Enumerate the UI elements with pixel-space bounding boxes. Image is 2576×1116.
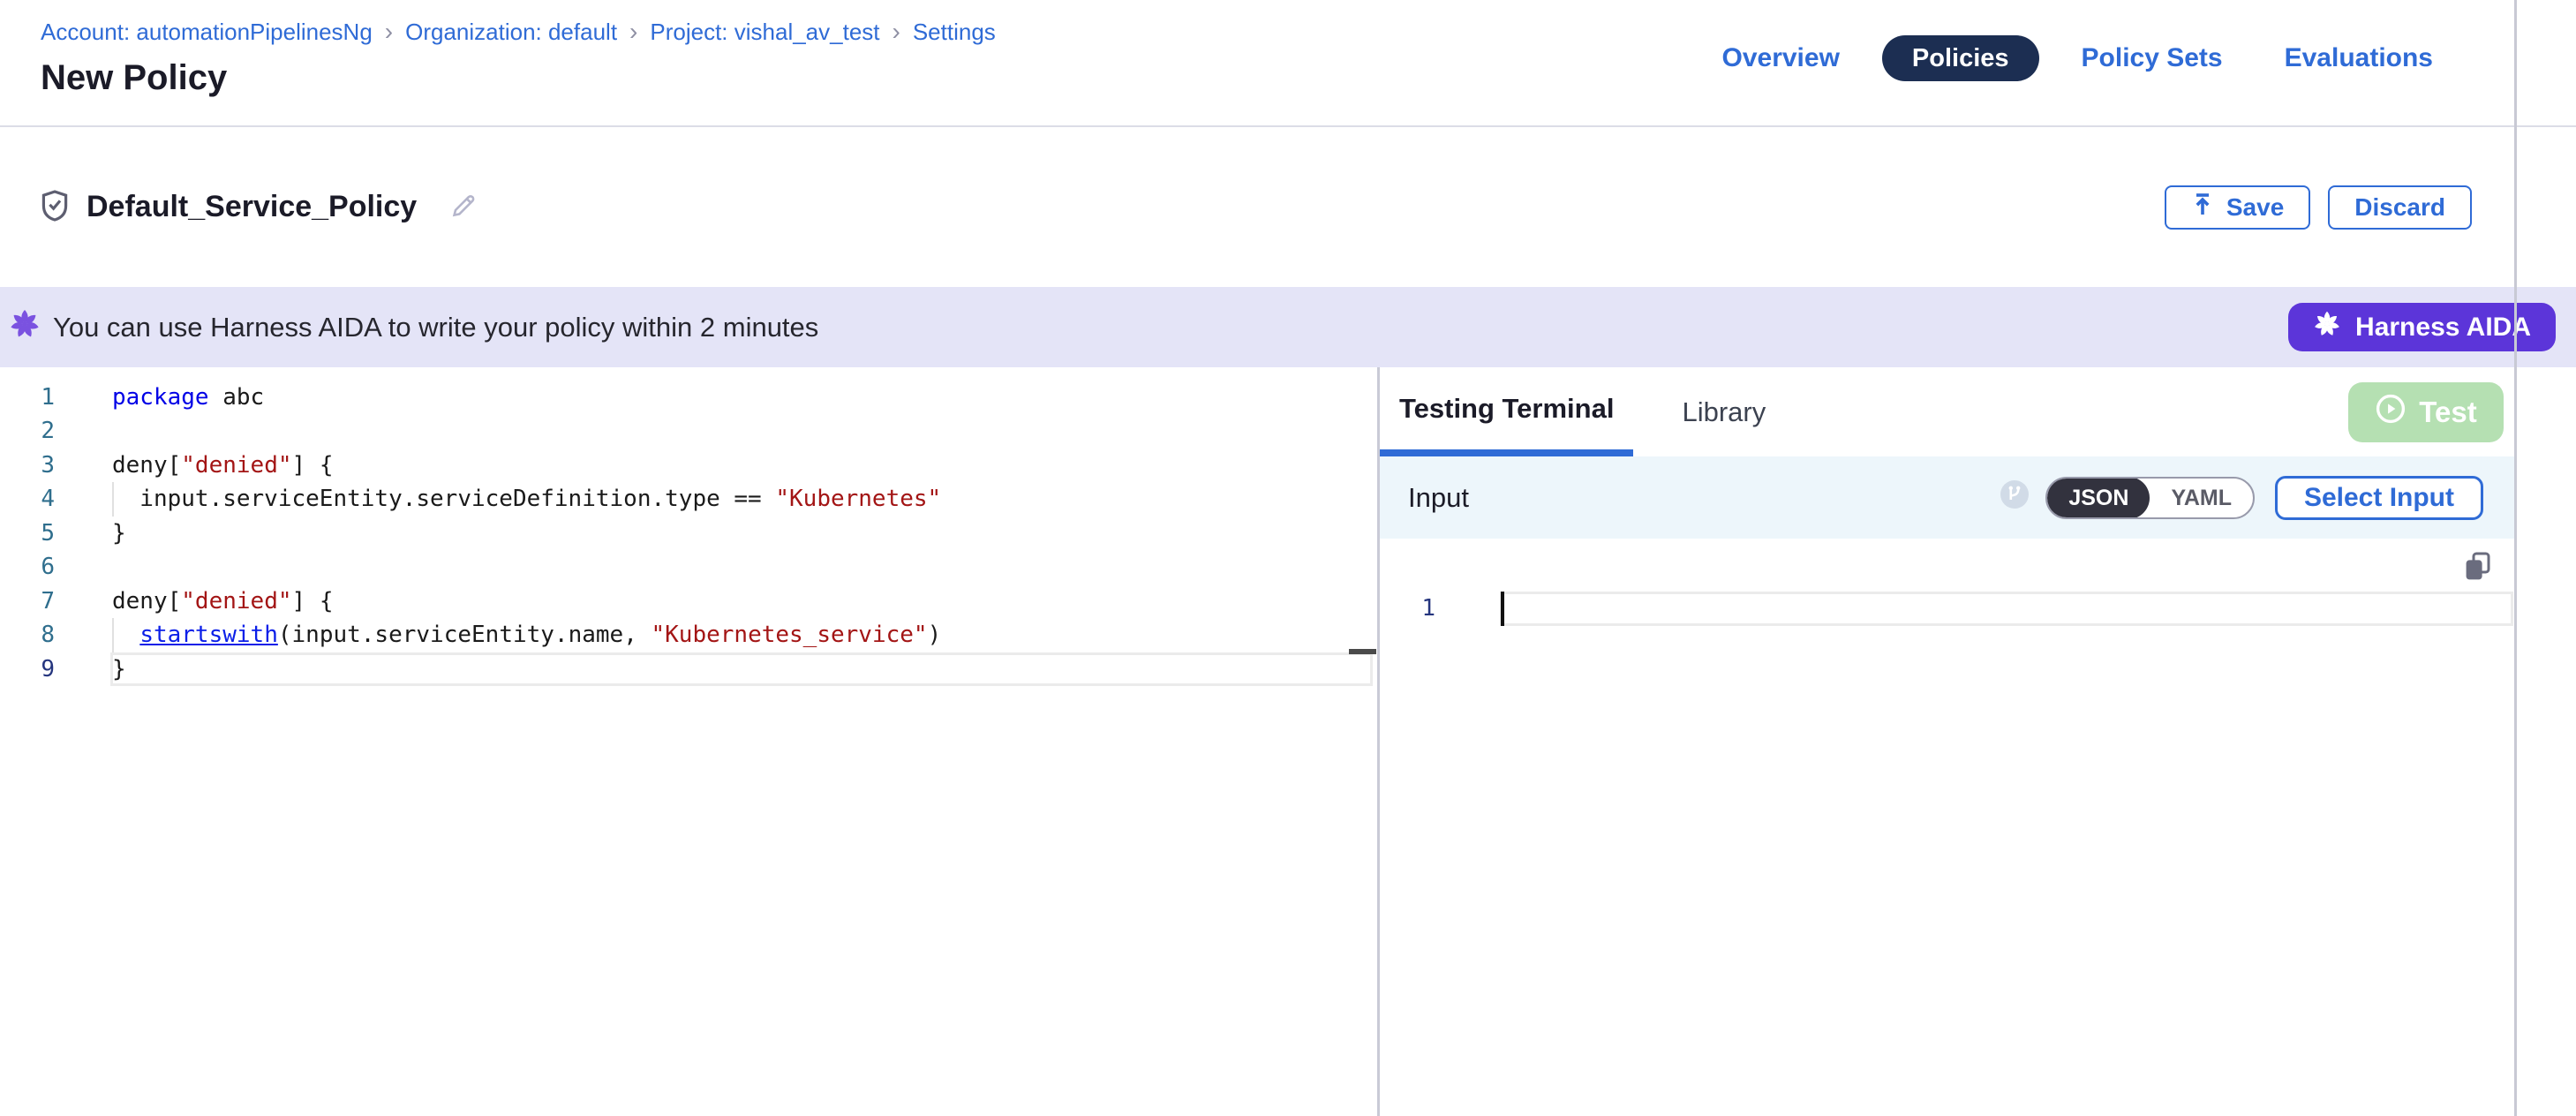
code-text: deny["denied"] { (112, 584, 333, 619)
toggle-yaml[interactable]: YAML (2150, 477, 2253, 519)
input-line-number: 1 (1380, 592, 1435, 626)
discard-label: Discard (2354, 193, 2445, 222)
input-toolbar: Input JSON YAML Select Inpu (1380, 456, 2514, 539)
line-number: 2 (0, 414, 55, 449)
play-circle-icon (2375, 393, 2407, 432)
code-text: deny["denied"] { (112, 449, 333, 483)
chevron-right-icon: › (893, 18, 900, 46)
aida-banner: You can use Harness AIDA to write your p… (0, 287, 2576, 367)
tab-policies[interactable]: Policies (1882, 35, 2039, 81)
chevron-right-icon: › (385, 18, 393, 46)
current-line-highlight (1500, 592, 2513, 626)
policy-editor-lines: 1package abc23deny["denied"] {4 input.se… (0, 381, 1377, 687)
breadcrumb: Account: automationPipelinesNg › Organiz… (41, 18, 996, 46)
branch-circle-icon[interactable] (2000, 479, 2030, 517)
line-number: 5 (0, 517, 55, 551)
line-number: 8 (0, 618, 55, 652)
code-line: 2 (0, 414, 1377, 449)
page-header: Account: automationPipelinesNg › Organiz… (0, 0, 2576, 127)
current-line-highlight (110, 652, 1373, 685)
discard-button[interactable]: Discard (2328, 185, 2472, 230)
line-number: 7 (0, 584, 55, 619)
code-text: } (112, 517, 126, 551)
page-edge-line (2514, 0, 2517, 1116)
policy-name: Default_Service_Policy (87, 190, 417, 224)
tab-library[interactable]: Library (1662, 367, 1785, 456)
code-text: input.serviceEntity.serviceDefinition.ty… (112, 482, 941, 517)
tab-policy-sets[interactable]: Policy Sets (2062, 43, 2242, 73)
test-input-editor[interactable]: 1 (1380, 539, 2514, 1116)
code-line: 5} (0, 517, 1377, 551)
breadcrumb-account[interactable]: Account: automationPipelinesNg (41, 19, 373, 46)
code-line: 6 (0, 550, 1377, 584)
page-title: New Policy (41, 58, 996, 98)
format-toggle: JSON YAML (2045, 477, 2255, 519)
code-line: 3 deny["denied"] { (0, 449, 1377, 483)
save-button[interactable]: Save (2165, 185, 2310, 230)
toggle-json[interactable]: JSON (2047, 477, 2150, 519)
code-line: 7 deny["denied"] { (0, 584, 1377, 619)
code-line: 4 input.serviceEntity.serviceDefinition.… (0, 482, 1377, 517)
policy-studio-page: Account: automationPipelinesNg › Organiz… (0, 0, 2576, 1116)
line-number: 1 (0, 381, 55, 415)
policy-code-editor[interactable]: 1package abc23deny["denied"] {4 input.se… (0, 367, 1377, 1116)
code-line: 8 startswith(input.serviceEntity.name, "… (0, 618, 1377, 652)
testing-panel: Testing Terminal Library Test Input (1380, 367, 2514, 1116)
breadcrumb-organization[interactable]: Organization: default (405, 19, 617, 46)
code-line: 1 package abc (0, 381, 1377, 415)
line-number: 3 (0, 449, 55, 483)
aida-button-label: Harness AIDA (2355, 313, 2531, 343)
test-button-label: Test (2419, 396, 2476, 429)
copy-icon[interactable] (2463, 551, 2493, 588)
breadcrumb-project[interactable]: Project: vishal_av_test (650, 19, 879, 46)
tab-evaluations[interactable]: Evaluations (2265, 43, 2452, 73)
input-label: Input (1408, 482, 1469, 514)
aida-flower-icon (9, 308, 41, 347)
tab-testing-terminal[interactable]: Testing Terminal (1380, 367, 1633, 456)
text-cursor (1501, 592, 1504, 626)
line-number: 6 (0, 550, 55, 584)
aida-banner-message: You can use Harness AIDA to write your p… (53, 312, 818, 343)
overview-ruler-cursor-marker (1349, 649, 1376, 654)
edit-pencil-icon[interactable] (450, 192, 477, 226)
test-button[interactable]: Test (2348, 382, 2504, 442)
select-input-button[interactable]: Select Input (2275, 476, 2483, 520)
tab-overview[interactable]: Overview (1702, 43, 1858, 73)
terminal-tabs: Testing Terminal Library Test (1380, 367, 2514, 456)
shield-check-icon (41, 190, 69, 229)
policy-title-bar: Default_Service_Policy Save Discard (0, 127, 2576, 287)
code-text: package abc (112, 381, 264, 415)
code-text: startswith(input.serviceEntity.name, "Ku… (112, 618, 941, 652)
aida-flower-icon (2313, 310, 2341, 345)
line-number: 9 (0, 652, 55, 687)
module-nav: Overview Policies Policy Sets Evaluation… (1702, 35, 2452, 81)
upload-icon (2191, 192, 2214, 222)
chevron-right-icon: › (629, 18, 637, 46)
save-label: Save (2226, 193, 2284, 222)
breadcrumb-settings[interactable]: Settings (913, 19, 996, 46)
line-number: 4 (0, 482, 55, 517)
